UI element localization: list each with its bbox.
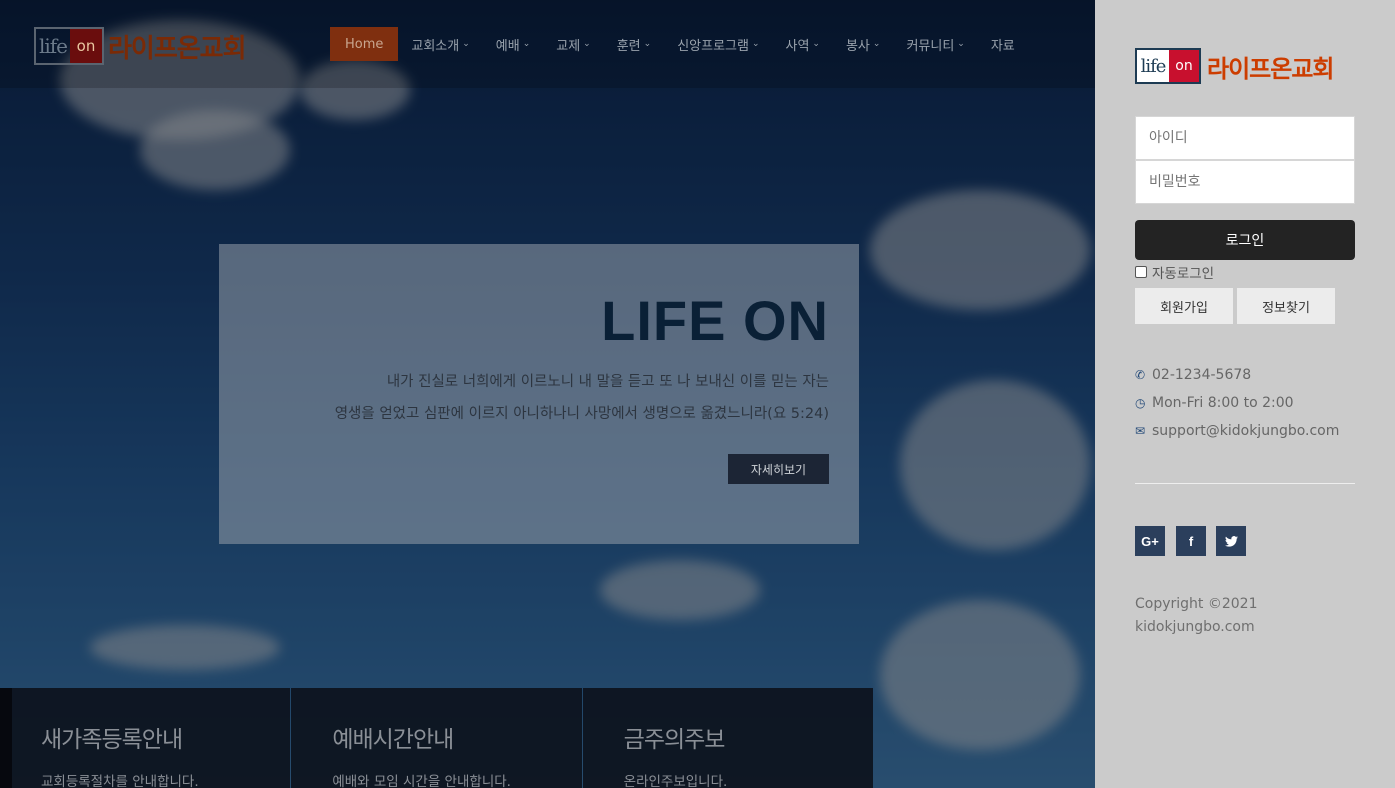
login-button[interactable]: 로그인 [1135, 220, 1355, 260]
chevron-down-icon: ⌄ [643, 39, 652, 49]
auto-login[interactable]: 자동로그인 [1135, 262, 1214, 282]
hero-verse: 내가 진실로 너희에게 이르노니 내 말을 듣고 또 나 보내신 이를 믿는 자… [229, 366, 829, 430]
main-nav: Home 교회소개 ⌄ 예배 ⌄ 교제 ⌄ 훈련 ⌄ 신앙프로그램 ⌄ 사역 ⌄ 봉사 ⌄ 커… [330, 27, 1028, 61]
nav-worship[interactable]: 예배 ⌄ [483, 27, 543, 61]
nav-label: 교제 [556, 38, 581, 54]
info-card-subtitle: 온라인주보입니다. [623, 774, 728, 788]
info-card-title: 예배시간안내 [332, 727, 454, 753]
site-logo[interactable]: life on 라이프온교회 [34, 27, 247, 65]
join-button[interactable]: 회원가입 [1135, 288, 1233, 324]
phone-icon: ✆ [1135, 368, 1146, 382]
nav-community[interactable]: 커뮤니티 ⌄ [893, 27, 977, 61]
login-sidebar: life on 라이프온교회 로그인 자동로그인 회원가입 정보찾기 ✆ 02-… [1095, 0, 1395, 788]
hero-verse-line: 영생을 얻었고 심판에 이르지 아니하나니 사망에서 생명으로 옮겼느니라(요 … [334, 406, 829, 422]
nav-label: 예배 [495, 38, 520, 54]
clock-icon: ◷ [1135, 396, 1146, 410]
contact-phone: ✆ 02-1234-5678 [1135, 367, 1251, 383]
more-button[interactable]: 자세히보기 [728, 454, 829, 484]
phone-text: 02-1234-5678 [1152, 367, 1252, 383]
info-card-worship-times[interactable]: 예배시간안내 예배와 모임 시간을 안내합니다. [291, 688, 582, 788]
auto-login-checkbox[interactable] [1135, 266, 1147, 278]
facebook-icon[interactable]: f [1176, 526, 1206, 556]
contact-hours: ◷ Mon-Fri 8:00 to 2:00 [1135, 395, 1294, 411]
nav-label: 신앙프로그램 [677, 38, 749, 54]
nav-training[interactable]: 훈련 ⌄ [604, 27, 664, 61]
username-input[interactable] [1135, 116, 1355, 160]
nav-label: 커뮤니티 [906, 38, 955, 54]
nav-label: 사역 [785, 38, 810, 54]
sidebar-logo[interactable]: life on 라이프온교회 [1135, 48, 1334, 84]
nav-fellowship[interactable]: 교제 ⌄ [543, 27, 603, 61]
info-card-subtitle: 예배와 모임 시간을 안내합니다. [332, 774, 511, 788]
google-plus-icon[interactable]: G+ [1135, 526, 1165, 556]
chevron-down-icon: ⌄ [872, 39, 881, 49]
twitter-bird-glyph [1224, 535, 1238, 547]
logo-church-name: 라이프온교회 [1207, 54, 1334, 83]
logo-church-name: 라이프온교회 [108, 33, 247, 64]
chevron-down-icon: ⌄ [812, 39, 820, 49]
copyright-line: Copyright ©2021 [1135, 596, 1258, 612]
copyright: Copyright ©2021 kidokjungbo.com [1135, 593, 1258, 639]
nav-service[interactable]: 봉사 ⌄ [833, 27, 893, 61]
contact-email: ✉ support@kidokjungbo.com [1135, 423, 1339, 439]
email-text[interactable]: support@kidokjungbo.com [1152, 423, 1339, 439]
logo-life-text: life [1140, 55, 1167, 77]
nav-ministry[interactable]: 사역 ⌄ [773, 27, 833, 61]
info-card-newcomer[interactable]: 새가족등록안내 교회등록절차를 안내합니다. [0, 688, 291, 788]
logo-on-text: on [70, 29, 102, 63]
password-input[interactable] [1135, 160, 1355, 204]
divider [1135, 483, 1355, 484]
info-card-subtitle: 교회등록절차를 안내합니다. [41, 774, 199, 788]
chevron-down-icon: ⌄ [583, 39, 591, 49]
nav-label: 봉사 [845, 38, 870, 54]
nav-label: 교회소개 [411, 38, 460, 54]
nav-label: 자료 [990, 38, 1015, 54]
hours-text: Mon-Fri 8:00 to 2:00 [1152, 395, 1294, 411]
hero-verse-line: 내가 진실로 너희에게 이르노니 내 말을 듣고 또 나 보내신 이를 믿는 자… [386, 374, 829, 390]
nav-about[interactable]: 교회소개 ⌄ [398, 27, 482, 61]
nav-programs[interactable]: 신앙프로그램 ⌄ [664, 27, 772, 61]
logo-mark: life on [1135, 48, 1201, 84]
nav-resources[interactable]: 자료 [978, 27, 1028, 61]
logo-mark: life on [34, 27, 104, 65]
nav-home[interactable]: Home [330, 27, 399, 61]
logo-life-text: life [38, 34, 68, 58]
info-card-title: 새가족등록안내 [41, 727, 183, 753]
find-info-button[interactable]: 정보찾기 [1237, 288, 1335, 324]
chevron-down-icon: ⌄ [751, 39, 760, 49]
chevron-down-icon: ⌄ [462, 39, 470, 49]
hero-title: LIFE ON [601, 289, 829, 352]
auto-login-label: 자동로그인 [1152, 266, 1215, 282]
info-card-bulletin[interactable]: 금주의주보 온라인주보입니다. [582, 688, 873, 788]
info-card-title: 금주의주보 [623, 727, 726, 753]
hero-box: LIFE ON 내가 진실로 너희에게 이르노니 내 말을 듣고 또 나 보내신… [219, 244, 859, 544]
nav-label: 훈련 [616, 38, 641, 54]
twitter-icon[interactable] [1216, 526, 1246, 556]
envelope-icon: ✉ [1135, 424, 1146, 438]
chevron-down-icon: ⌄ [957, 39, 965, 49]
logo-on-text: on [1169, 50, 1199, 82]
copyright-line: kidokjungbo.com [1135, 619, 1255, 635]
chevron-down-icon: ⌄ [522, 39, 531, 49]
info-panels: 새가족등록안내 교회등록절차를 안내합니다. 예배시간안내 예배와 모임 시간을… [0, 688, 874, 788]
nav-label: Home [345, 36, 384, 52]
